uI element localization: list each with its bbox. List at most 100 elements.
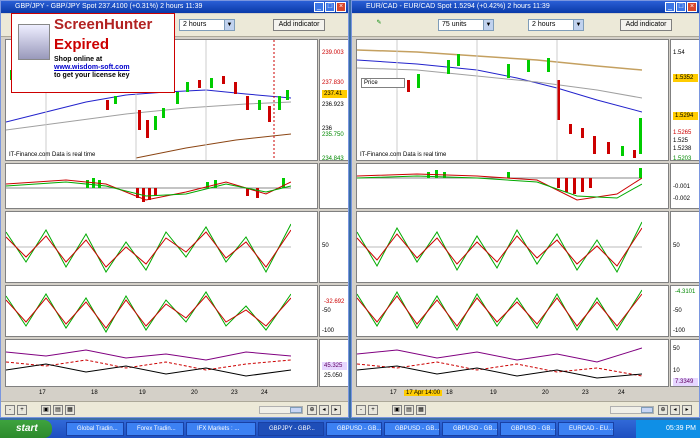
axis-label: -100 bbox=[673, 328, 686, 334]
williams-axis: -32.692 -50 -100 bbox=[319, 285, 348, 337]
axis-label: -100 bbox=[322, 328, 335, 334]
minimize-button[interactable]: _ bbox=[314, 2, 324, 12]
stochastic-panel[interactable] bbox=[356, 211, 669, 283]
timeframe-select[interactable]: 2 hours ▼ bbox=[179, 19, 235, 31]
chart-navigation-bar: - + ▣ ▤ ▦ ⊕ ◂ ▸ bbox=[1, 401, 348, 417]
macd-panel[interactable] bbox=[356, 163, 669, 209]
drawing-tool-icon[interactable]: ✎ bbox=[374, 19, 384, 29]
taskbar-item[interactable]: Global Tradin... bbox=[66, 422, 124, 436]
maximize-button[interactable]: □ bbox=[325, 2, 335, 12]
taskbar-item[interactable]: EURCAD - EU... bbox=[558, 422, 614, 436]
scroll-thumb[interactable] bbox=[290, 407, 302, 413]
chevron-down-icon: ▼ bbox=[483, 20, 493, 30]
scroll-left-icon[interactable]: ◂ bbox=[670, 405, 680, 415]
taskbar-item[interactable]: Forex Tradin... bbox=[126, 422, 184, 436]
chart-type-icon[interactable]: ▤ bbox=[53, 405, 63, 415]
scroll-thumb[interactable] bbox=[641, 407, 653, 413]
axis-label: 1.5203 bbox=[673, 156, 692, 162]
adx-axis: 50 10 7.3349 bbox=[670, 339, 699, 387]
stochastic-axis: 50 bbox=[319, 211, 348, 283]
time-label: 17 bbox=[390, 390, 397, 396]
axis-label: 235.750 bbox=[322, 132, 344, 138]
zoom-in-icon[interactable]: + bbox=[368, 405, 378, 415]
taskbar-item[interactable]: IFX Markets : ... bbox=[186, 422, 256, 436]
scroll-right-icon[interactable]: ▸ bbox=[331, 405, 341, 415]
timeframe-select[interactable]: 2 hours ▼ bbox=[528, 19, 584, 31]
maximize-button[interactable]: □ bbox=[676, 2, 686, 12]
watermark-line: to get your license key bbox=[54, 72, 130, 79]
time-label: 19 bbox=[139, 390, 146, 396]
clock: 05:39 PM bbox=[666, 425, 696, 432]
chart-scrollbar[interactable] bbox=[610, 406, 654, 414]
adx-panel[interactable] bbox=[5, 339, 318, 387]
adx-value-tag: 45.325 bbox=[322, 362, 347, 370]
print-icon[interactable]: ▣ bbox=[41, 405, 51, 415]
zoom-in-icon[interactable]: + bbox=[17, 405, 27, 415]
axis-label: 1.5238 bbox=[673, 146, 692, 152]
macd-plot bbox=[5, 178, 292, 202]
adx-panel[interactable] bbox=[356, 339, 669, 387]
add-indicator-button[interactable]: Add indicator bbox=[273, 19, 325, 31]
data-source-note: IT-Finance.com Data is real time bbox=[360, 152, 447, 158]
williams-value-tag: -32.692 bbox=[322, 298, 347, 306]
macd-axis: -0.001 -0.002 bbox=[670, 163, 699, 209]
stochastic-plot bbox=[5, 223, 292, 274]
settings-icon[interactable]: ▦ bbox=[65, 405, 75, 415]
time-label: 18 bbox=[91, 390, 98, 396]
price-chart[interactable]: Price IT-Finance.com Data is real time bbox=[356, 39, 669, 161]
macd-axis bbox=[319, 163, 348, 209]
window-controls: _ □ × bbox=[314, 2, 346, 12]
adx-plot bbox=[356, 347, 643, 379]
axis-label: 234.843 bbox=[322, 156, 344, 162]
watermark-line: Shop online at bbox=[54, 56, 103, 63]
williams-panel[interactable] bbox=[5, 285, 318, 337]
screenhunter-watermark: ScreenHunter Expired Shop online at www.… bbox=[11, 13, 175, 93]
units-select[interactable]: 75 units ▼ bbox=[438, 19, 494, 31]
time-label: 23 bbox=[582, 390, 589, 396]
taskbar-item[interactable]: GBPUSD - GB... bbox=[500, 422, 556, 436]
time-label: 18 bbox=[446, 390, 453, 396]
axis-label: -0.002 bbox=[673, 196, 691, 202]
chart-type-icon[interactable]: ▤ bbox=[404, 405, 414, 415]
scroll-left-icon[interactable]: ◂ bbox=[319, 405, 329, 415]
chart-scrollbar[interactable] bbox=[259, 406, 303, 414]
stochastic-plot bbox=[356, 221, 643, 274]
zoom-fit-icon[interactable]: ⊕ bbox=[307, 405, 317, 415]
data-source-note: IT-Finance.com Data is real time bbox=[9, 152, 96, 158]
taskbar-item[interactable]: GBPJPY - GBP... bbox=[258, 422, 324, 436]
gbpjpy-chart-window: GBP/JPY - GBP/JPY Spot 237.4100 (+0.31%)… bbox=[0, 0, 349, 418]
price-tools[interactable]: Price bbox=[361, 78, 405, 88]
window-title: GBP/JPY - GBP/JPY Spot 237.4100 (+0.31%)… bbox=[1, 1, 348, 13]
stochastic-panel[interactable] bbox=[5, 211, 318, 283]
axis-label: 10 bbox=[673, 368, 680, 374]
macd-panel[interactable] bbox=[5, 163, 318, 209]
taskbar-item[interactable]: GBPUSD - GB... bbox=[326, 422, 382, 436]
current-price-tag: 1.5294 bbox=[673, 112, 698, 120]
scroll-right-icon[interactable]: ▸ bbox=[682, 405, 692, 415]
print-icon[interactable]: ▣ bbox=[392, 405, 402, 415]
axis-label: 1.525 bbox=[673, 138, 689, 144]
taskbar-item[interactable]: GBPUSD - GB... bbox=[384, 422, 440, 436]
watermark-brand: ScreenHunter bbox=[54, 16, 153, 33]
settings-icon[interactable]: ▦ bbox=[416, 405, 426, 415]
add-indicator-button[interactable]: Add indicator bbox=[620, 19, 672, 31]
units-value: 75 units bbox=[442, 21, 467, 28]
axis-label: -0.001 bbox=[673, 184, 691, 190]
williams-panel[interactable] bbox=[356, 285, 669, 337]
time-label: 24 bbox=[261, 390, 268, 396]
adx-value-tag: 7.3349 bbox=[673, 378, 698, 386]
watermark-url[interactable]: www.wisdom-soft.com bbox=[54, 64, 130, 72]
close-button[interactable]: × bbox=[687, 2, 697, 12]
taskbar-item[interactable]: GBPUSD - GB... bbox=[442, 422, 498, 436]
minimize-button[interactable]: _ bbox=[665, 2, 675, 12]
time-axis: 17 18 19 20 23 24 bbox=[5, 389, 318, 399]
zoom-fit-icon[interactable]: ⊕ bbox=[658, 405, 668, 415]
start-button[interactable]: start bbox=[0, 420, 52, 438]
zoom-out-icon[interactable]: - bbox=[356, 405, 366, 415]
zoom-out-icon[interactable]: - bbox=[5, 405, 15, 415]
axis-label: 50 bbox=[673, 346, 680, 352]
close-button[interactable]: × bbox=[336, 2, 346, 12]
chart-toolbar: ✎ 75 units ▼ 2 hours ▼ Add indicator bbox=[352, 14, 699, 37]
current-price-tag: 237.41 bbox=[322, 90, 347, 98]
ma-price-tag: 1.5352 bbox=[673, 74, 698, 82]
